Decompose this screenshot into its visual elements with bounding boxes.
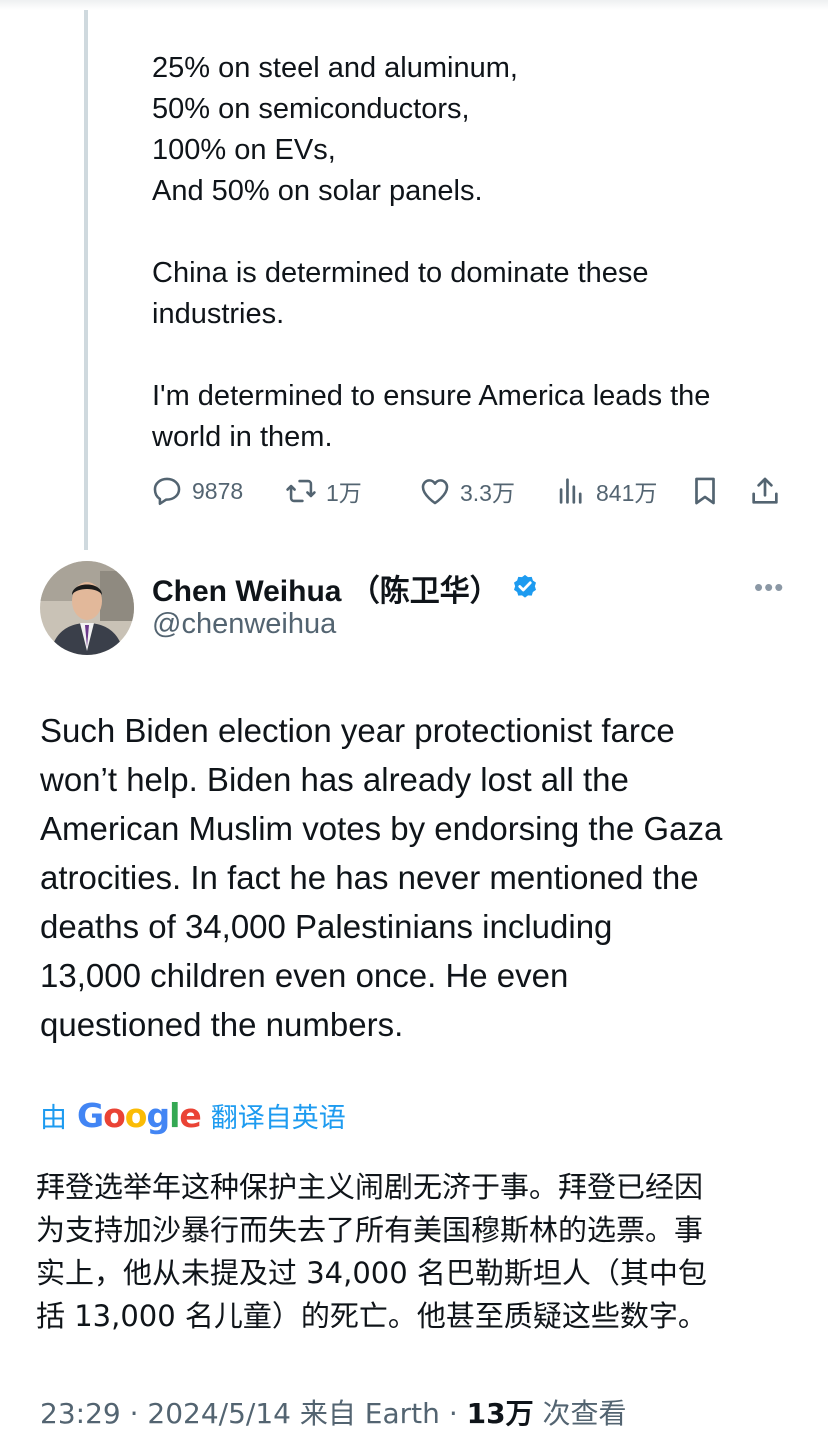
- share-button[interactable]: [748, 474, 782, 508]
- author-handle[interactable]: @chenweihua: [152, 608, 336, 641]
- repost-button[interactable]: 1万: [284, 474, 362, 508]
- parent-tweet-line: 100% on EVs,: [152, 134, 336, 166]
- translated-line: 实上，他从未提及过 34,000 名巴勒斯坦人（其中包: [36, 1256, 707, 1290]
- verified-badge-icon: [513, 574, 536, 598]
- top-fade: [0, 0, 828, 10]
- repost-icon: [286, 479, 316, 503]
- reply-icon: [153, 477, 181, 506]
- parent-tweet-line: I'm determined to ensure America leads t…: [152, 380, 711, 412]
- parent-tweet-line: And 50% on solar panels.: [152, 175, 483, 207]
- tweet-body: Such Biden election year protectionist f…: [40, 706, 800, 1049]
- separator: ·: [129, 1397, 148, 1430]
- google-logo: Google: [77, 1096, 202, 1135]
- separator: ·: [448, 1397, 467, 1430]
- tweet-metadata: 23:29 · 2024/5/14 来自 Earth · 13万 次查看: [40, 1392, 627, 1432]
- parent-tweet-line: 50% on semiconductors,: [152, 93, 470, 125]
- parent-tweet-text: 25% on steel and aluminum, 50% on semico…: [152, 48, 792, 458]
- tweet-body-line: questioned the numbers.: [40, 1006, 404, 1043]
- bookmark-button[interactable]: [688, 474, 722, 508]
- tweet-source: 来自 Earth: [299, 1397, 440, 1430]
- translation-attribution[interactable]: 由 Google 翻译自英语: [40, 1096, 346, 1135]
- tweet-body-line: atrocities. In fact he has never mention…: [40, 859, 699, 896]
- parent-tweet-line: industries.: [152, 298, 285, 330]
- view-count[interactable]: 13万: [467, 1397, 534, 1430]
- tweet-date[interactable]: 2024/5/14: [147, 1397, 291, 1430]
- translated-line: 括 13,000 名儿童）的死亡。他甚至质疑这些数字。: [36, 1299, 707, 1333]
- like-count: 3.3万: [460, 480, 515, 506]
- google-logo-letter: l: [169, 1096, 180, 1135]
- tweet-body-line: 13,000 children even once. He even: [40, 957, 569, 994]
- author-name-row[interactable]: Chen Weihua （陈卫华）: [152, 566, 540, 610]
- tweet-body-line: American Muslim votes by endorsing the G…: [40, 810, 723, 847]
- views-count: 841万: [596, 480, 658, 506]
- parent-tweet-line: China is determined to dominate these: [152, 257, 649, 289]
- google-logo-letter: e: [179, 1096, 201, 1135]
- repost-count: 1万: [326, 480, 362, 506]
- analytics-icon: [559, 478, 582, 504]
- thread-connector-line: [84, 10, 88, 550]
- google-logo-letter: G: [77, 1096, 104, 1135]
- bookmark-icon: [695, 477, 715, 505]
- avatar[interactable]: [40, 561, 134, 655]
- parent-tweet-line: world in them.: [152, 421, 333, 453]
- reply-button[interactable]: 9878: [150, 474, 243, 508]
- profile-photo: [40, 561, 134, 655]
- author-display-name[interactable]: Chen Weihua （陈卫华）: [152, 566, 500, 610]
- translated-line: 拜登选举年这种保护主义闹剧无济于事。拜登已经因: [36, 1170, 704, 1204]
- translation-prefix: 由: [40, 1103, 67, 1133]
- view-count-label: 次查看: [542, 1397, 627, 1430]
- more-options-button[interactable]: •••: [754, 572, 784, 603]
- google-logo-letter: o: [124, 1096, 148, 1135]
- google-logo-letter: g: [146, 1096, 170, 1135]
- views-button[interactable]: 841万: [554, 474, 657, 508]
- translation-suffix: 翻译自英语: [210, 1103, 346, 1133]
- share-icon: [752, 477, 778, 504]
- google-logo-letter: o: [103, 1096, 126, 1135]
- like-button[interactable]: 3.3万: [418, 474, 515, 508]
- tweet-body-line: won’t help. Biden has already lost all t…: [40, 761, 629, 798]
- tweet-body-line: deaths of 34,000 Palestinians including: [40, 908, 613, 945]
- tweet-action-bar: 9878 1万 3.3万 841万: [150, 474, 800, 510]
- translated-text: 拜登选举年这种保护主义闹剧无济于事。拜登已经因 为支持加沙暴行而失去了所有美国穆…: [36, 1166, 806, 1338]
- parent-tweet-line: 25% on steel and aluminum,: [152, 52, 518, 84]
- tweet-time[interactable]: 23:29: [40, 1397, 121, 1430]
- reply-count: 9878: [192, 477, 244, 504]
- tweet-body-line: Such Biden election year protectionist f…: [40, 712, 675, 749]
- translated-line: 为支持加沙暴行而失去了所有美国穆斯林的选票。事: [36, 1213, 704, 1247]
- heart-icon: [421, 479, 449, 505]
